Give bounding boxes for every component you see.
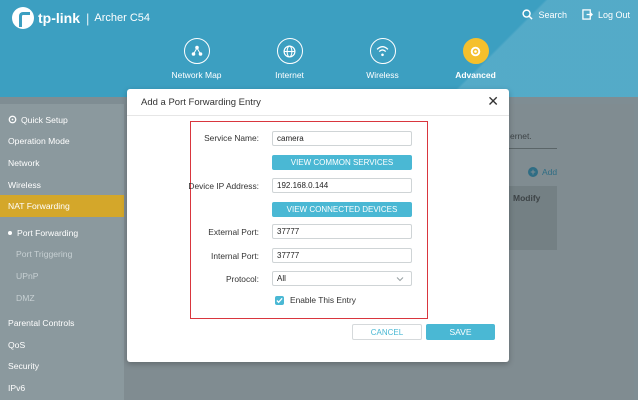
sidebar-item-operation-mode[interactable]: Operation Mode: [0, 131, 124, 153]
add-entry-button[interactable]: + Add: [528, 167, 557, 177]
dialog-title: Add a Port Forwarding Entry: [141, 97, 261, 108]
protocol-label: Protocol:: [225, 274, 259, 284]
gear-icon: [470, 46, 481, 56]
device-ip-label: Device IP Address:: [188, 181, 259, 191]
highlight-box: [190, 121, 428, 319]
internal-port-label: Internal Port:: [211, 251, 259, 261]
sidebar-item-ipv6[interactable]: IPv6: [0, 377, 124, 399]
nav-advanced[interactable]: Advanced: [429, 38, 522, 80]
chevron-down-icon: [396, 277, 404, 282]
nav-internet[interactable]: Internet: [243, 38, 336, 80]
sidebar: Quick Setup Operation Mode Network Wirel…: [0, 104, 124, 400]
service-name-label: Service Name:: [204, 133, 259, 143]
view-common-services-button[interactable]: VIEW COMMON SERVICES: [272, 155, 412, 170]
external-port-label: External Port:: [208, 227, 259, 237]
sidebar-item-quick-setup[interactable]: Quick Setup: [0, 109, 124, 131]
sidebar-item-nat-forwarding[interactable]: NAT Forwarding: [0, 195, 124, 217]
search-button[interactable]: Search: [522, 9, 567, 20]
main-nav: Network Map Internet Wireless Advanced: [150, 38, 522, 80]
model-name: Archer C54: [94, 12, 151, 24]
quick-setup-icon: [8, 115, 17, 124]
internal-port-input[interactable]: 37777: [272, 248, 412, 263]
nav-label: Network Map: [171, 70, 222, 80]
nav-label: Advanced: [455, 70, 496, 80]
protocol-select[interactable]: All: [272, 271, 412, 286]
brand-name: tp-link: [38, 10, 80, 26]
top-header: tp-link | Archer C54 Search Log Out Netw…: [0, 0, 638, 97]
save-button[interactable]: SAVE: [426, 324, 495, 340]
logout-label: Log Out: [597, 9, 630, 20]
service-name-input[interactable]: camera: [272, 131, 412, 146]
enable-entry-checkbox[interactable]: Enable This Entry: [275, 295, 356, 305]
plus-icon: +: [528, 167, 538, 177]
logout-button[interactable]: Log Out: [582, 9, 630, 20]
checkbox-checked-icon: [275, 295, 284, 305]
nav-wireless[interactable]: Wireless: [336, 38, 429, 80]
nav-label: Internet: [275, 70, 304, 80]
enable-entry-label: Enable This Entry: [290, 295, 356, 305]
tp-link-logo-icon: [12, 7, 34, 29]
sidebar-item-dmz[interactable]: DMZ: [0, 287, 124, 309]
port-forwarding-dialog: Add a Port Forwarding Entry ✕ Service Na…: [127, 89, 509, 362]
sidebar-item-port-forwarding[interactable]: Port Forwarding: [0, 222, 124, 244]
cancel-button[interactable]: CANCEL: [352, 324, 422, 340]
logout-icon: [582, 9, 593, 20]
search-icon: [522, 9, 534, 20]
wifi-icon: [376, 46, 389, 57]
sidebar-item-security[interactable]: Security: [0, 356, 124, 378]
sidebar-item-qos[interactable]: QoS: [0, 334, 124, 356]
search-label: Search: [538, 9, 567, 20]
background-partial-text: ernet.: [510, 131, 532, 141]
nav-network-map[interactable]: Network Map: [150, 38, 243, 80]
brand: tp-link | Archer C54: [12, 7, 150, 29]
sidebar-item-port-triggering[interactable]: Port Triggering: [0, 244, 124, 266]
nav-label: Wireless: [366, 70, 399, 80]
brand-separator: |: [86, 10, 90, 26]
sidebar-item-wireless[interactable]: Wireless: [0, 174, 124, 196]
modify-column-header: Modify: [513, 193, 541, 203]
sidebar-item-parental-controls[interactable]: Parental Controls: [0, 312, 124, 334]
protocol-value: All: [277, 274, 286, 283]
device-ip-input[interactable]: 192.168.0.144: [272, 178, 412, 193]
sidebar-item-network[interactable]: Network: [0, 152, 124, 174]
globe-icon: [283, 44, 296, 58]
external-port-input[interactable]: 37777: [272, 224, 412, 239]
close-icon[interactable]: ✕: [487, 93, 499, 110]
network-map-icon: [191, 45, 202, 56]
view-connected-devices-button[interactable]: VIEW CONNECTED DEVICES: [272, 202, 412, 217]
sidebar-item-upnp[interactable]: UPnP: [0, 265, 124, 287]
